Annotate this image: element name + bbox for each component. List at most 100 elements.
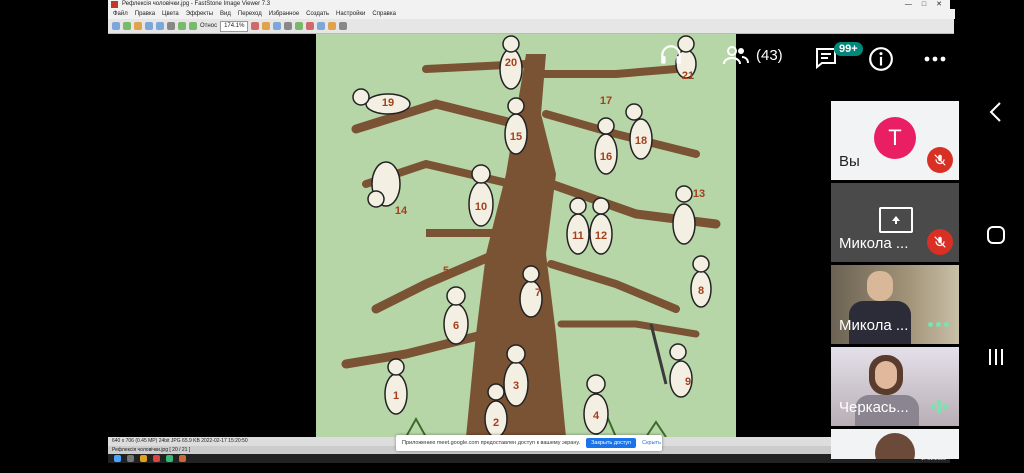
participants-button[interactable]: (43) (722, 42, 783, 68)
mic-off-icon (927, 147, 953, 173)
person-head (875, 361, 897, 389)
red-eye-icon[interactable] (306, 22, 315, 30)
android-nav-bar (968, 0, 1024, 473)
zoom-label: Относ (200, 23, 218, 29)
zoom-select[interactable]: 174.1% (220, 20, 249, 32)
chat-badge: 99+ (834, 42, 863, 56)
back-icon[interactable] (988, 101, 1004, 123)
avatar: Т (874, 117, 916, 159)
participant-tiles: Т Вы Микола ... Микола ... Черкась... (831, 101, 959, 462)
blob-tree-drawing: 1 2 3 4 5 6 7 8 9 10 11 12 13 14 15 16 1 (341, 35, 721, 437)
figure-number: 13 (693, 188, 705, 200)
rotate-icon[interactable] (251, 22, 260, 30)
mic-off-icon (927, 229, 953, 255)
figure-number: 4 (593, 410, 600, 422)
figure-number: 2 (493, 417, 499, 429)
recents-icon[interactable] (987, 347, 1005, 367)
save-icon[interactable] (134, 22, 142, 30)
figure-number: 9 (685, 376, 691, 388)
open-icon[interactable] (112, 22, 120, 30)
speaking-indicator (928, 322, 949, 327)
more-options-button[interactable] (924, 50, 946, 68)
participant-name: Вы (839, 153, 860, 170)
resize-icon[interactable] (273, 22, 282, 30)
participant-name: Черкась... (839, 399, 909, 416)
menu-favorites[interactable]: Избранное (269, 9, 299, 19)
close-button[interactable]: ✕ (936, 0, 942, 9)
figure-number: 16 (600, 151, 612, 163)
figure-number: 7 (535, 287, 541, 299)
participant-name: Микола ... (839, 235, 909, 252)
people-icon (723, 46, 749, 65)
search-icon[interactable] (127, 455, 134, 462)
menu-bar: Файл Правка Цвета Эффекты Вид Переход Из… (108, 9, 955, 19)
figure-number: 5 (443, 265, 449, 277)
hide-notice-button[interactable]: Скрыть (642, 440, 661, 446)
participant-name: Микола ... (839, 317, 909, 334)
figure-number: 10 (475, 201, 487, 213)
window-titlebar: Рефлексія чоловічки.jpg - FastStone Imag… (108, 0, 950, 9)
menu-edit[interactable]: Правка (135, 9, 155, 19)
toolbar: Относ 174.1% (108, 19, 954, 34)
slideshow-icon[interactable] (317, 22, 326, 30)
menu-help[interactable]: Справка (372, 9, 396, 19)
menu-go[interactable]: Переход (238, 9, 262, 19)
screen-share-notice: Приложению meet.google.com предоставлен … (396, 435, 662, 451)
participant-tile-video[interactable]: Черкась... (831, 347, 959, 426)
window-controls: — □ ✕ (905, 0, 950, 9)
notice-text: Приложению meet.google.com предоставлен … (402, 440, 581, 446)
info-icon (869, 47, 893, 71)
zoom-out-icon[interactable] (189, 22, 197, 30)
home-icon[interactable] (986, 225, 1006, 245)
figure-number: 20 (505, 57, 517, 69)
chrome-icon[interactable] (166, 455, 173, 462)
figure-number: 19 (382, 97, 394, 109)
participant-tile-partial[interactable] (831, 429, 959, 459)
stop-sharing-button[interactable]: Закрыть доступ (586, 438, 637, 448)
participant-tile-video[interactable]: Микола ... (831, 265, 959, 344)
menu-colors[interactable]: Цвета (162, 9, 179, 19)
menu-settings[interactable]: Настройки (336, 9, 365, 19)
browser-icon[interactable] (153, 455, 160, 462)
figure-number: 11 (572, 230, 584, 242)
menu-view[interactable]: Вид (220, 9, 231, 19)
print-icon[interactable] (167, 22, 175, 30)
figure-number: 21 (682, 70, 694, 82)
more-dots-icon (924, 56, 946, 62)
image-canvas: 1 2 3 4 5 6 7 8 9 10 11 12 13 14 15 16 1 (108, 34, 950, 437)
app-icon (111, 1, 118, 8)
zoom-in-icon[interactable] (178, 22, 186, 30)
browse-icon[interactable] (123, 22, 131, 30)
menu-file[interactable]: Файл (113, 9, 128, 19)
menu-create[interactable]: Создать (306, 9, 329, 19)
start-icon[interactable] (114, 455, 121, 462)
audio-output-button[interactable] (658, 42, 684, 68)
menu-effects[interactable]: Эффекты (186, 9, 213, 19)
folder-icon[interactable] (140, 455, 147, 462)
maximize-button[interactable]: □ (922, 0, 926, 9)
draw-icon[interactable] (295, 22, 304, 30)
crop-icon[interactable] (262, 22, 271, 30)
person-head (867, 271, 893, 301)
info-icon[interactable] (339, 22, 348, 30)
figure-number: 3 (513, 380, 519, 392)
figure-number: 8 (698, 285, 704, 297)
figure-number: 14 (395, 205, 408, 217)
figure-number: 1 (393, 390, 399, 402)
figure-number: 18 (635, 135, 647, 147)
image-viewer-icon[interactable] (179, 455, 186, 462)
minimize-button[interactable]: — (905, 0, 912, 9)
participant-tile-self[interactable]: Т Вы (831, 101, 959, 180)
participants-count: (43) (756, 46, 783, 64)
headphones-icon (661, 45, 681, 64)
next-icon[interactable] (156, 22, 164, 30)
figure-number: 6 (453, 320, 459, 332)
info-button[interactable] (868, 46, 894, 72)
prev-icon[interactable] (145, 22, 153, 30)
figure-number: 17 (600, 95, 612, 107)
adjust-icon[interactable] (284, 22, 293, 30)
participant-tile-presenter[interactable]: Микола ... (831, 183, 959, 262)
blob-tree-picture: 1 2 3 4 5 6 7 8 9 10 11 12 13 14 15 16 1 (316, 34, 736, 437)
avatar (875, 433, 915, 459)
email-icon[interactable] (328, 22, 337, 30)
